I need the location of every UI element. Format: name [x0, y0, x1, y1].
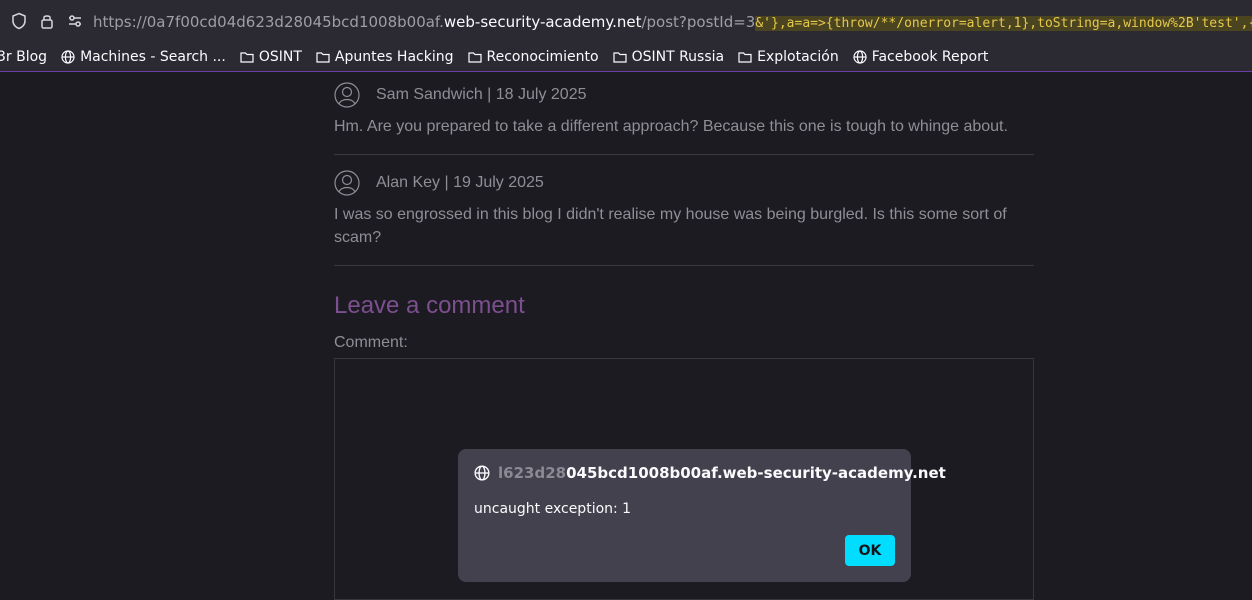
- url-path: /post?postId=3: [641, 13, 756, 31]
- bookmark-osint[interactable]: OSINT: [240, 49, 302, 65]
- bookmark-label: OSINT Russia: [631, 48, 725, 65]
- bookmark-label: Explotación: [757, 48, 839, 65]
- folder-icon: [738, 51, 752, 63]
- folder-icon: [612, 51, 627, 63]
- comment-item: Sam Sandwich | 18 July 2025 Hm. Are you …: [334, 80, 1034, 155]
- url-text[interactable]: https://0a7f00cd04d623d28045bcd1008b00af…: [93, 12, 1252, 32]
- bookmark-label: OSINT: [258, 48, 302, 65]
- globe-icon: [474, 465, 490, 481]
- ok-button[interactable]: OK: [845, 535, 895, 566]
- comment-text: Hm. Are you prepared to take a different…: [334, 118, 1008, 135]
- folder-icon: [240, 51, 254, 63]
- comment-label: Comment:: [334, 334, 408, 351]
- url-payload: &'},a=a=>{throw/**/onerror=alert,1},toSt…: [755, 16, 1252, 31]
- bookmark-label: Machines - Search ...: [80, 48, 226, 65]
- url-prefix: https://0a7f00cd04d623d28045bcd1008b00af…: [93, 13, 444, 31]
- comment-author-date: Alan Key | 19 July 2025: [376, 174, 544, 191]
- bookmark-explotacion[interactable]: Explotación: [738, 49, 839, 65]
- shield-icon[interactable]: [10, 12, 28, 30]
- avatar-icon: [334, 82, 360, 108]
- bookmark-label: 3r Blog: [0, 48, 48, 65]
- bookmark-label: Facebook Report: [871, 48, 989, 65]
- bookmark-reconocimiento[interactable]: Reconocimiento: [467, 48, 599, 65]
- bookmark-machines[interactable]: Machines - Search ...: [61, 49, 226, 65]
- dialog-origin: l623d28 045bcd1008b00af.web-security-acad…: [474, 464, 946, 482]
- dialog-origin-faded: l623d28: [498, 464, 567, 482]
- lock-icon[interactable]: [38, 12, 56, 30]
- bookmark-osint-russia[interactable]: OSINT Russia: [612, 48, 725, 65]
- bookmark-label: Apuntes Hacking: [334, 48, 454, 65]
- avatar-icon: [334, 170, 360, 196]
- bookmark-facebook-report[interactable]: Facebook Report: [853, 48, 989, 65]
- bookmark-blog[interactable]: 3r Blog: [0, 49, 47, 65]
- leave-comment-heading: Leave a comment: [334, 292, 525, 319]
- globe-icon: [853, 49, 867, 64]
- globe-icon: [61, 49, 75, 64]
- folder-icon: [316, 51, 330, 63]
- comment-text: I was so engrossed in this blog I didn't…: [334, 206, 1007, 246]
- bookmark-apuntes-hacking[interactable]: Apuntes Hacking: [316, 49, 454, 65]
- bookmark-label: Reconocimiento: [486, 48, 599, 65]
- url-bar[interactable]: https://0a7f00cd04d623d28045bcd1008b00af…: [0, 0, 1252, 42]
- comment-item: Alan Key | 19 July 2025 I was so engross…: [334, 168, 1034, 266]
- permissions-icon[interactable]: [66, 12, 84, 30]
- bookmarks-toolbar: 3r Blog Machines - Search ... OSINT Apun…: [0, 42, 1252, 72]
- folder-icon: [467, 51, 482, 63]
- alert-dialog: l623d28 045bcd1008b00af.web-security-acad…: [458, 449, 946, 582]
- url-host: web-security-academy.net: [443, 13, 642, 31]
- dialog-origin-host: 045bcd1008b00af.web-security-academy.net: [566, 464, 946, 482]
- comment-header: Sam Sandwich | 18 July 2025: [334, 80, 1034, 110]
- comment-author-date: Sam Sandwich | 18 July 2025: [376, 86, 587, 103]
- dialog-message: uncaught exception: 1: [474, 501, 632, 517]
- comment-header: Alan Key | 19 July 2025: [334, 168, 1034, 198]
